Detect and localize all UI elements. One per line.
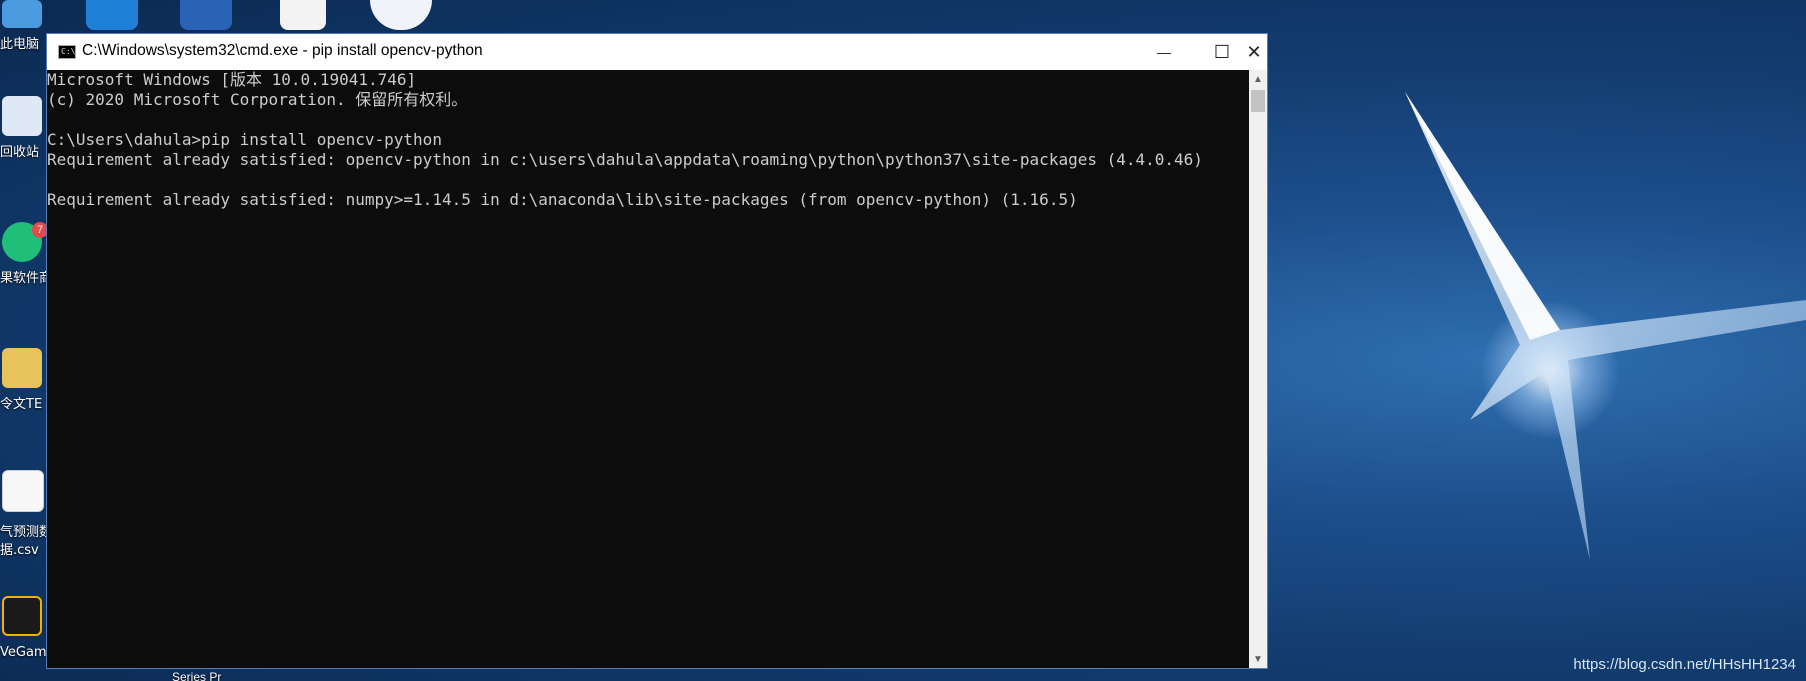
- document-shortcut-icon[interactable]: [280, 0, 326, 30]
- desktop-icon-label-line2: 据.csv: [0, 543, 39, 558]
- desktop-icon-folder[interactable]: 令文TE: [0, 348, 48, 414]
- desktop-icon-recycle-bin[interactable]: 回收站: [0, 96, 48, 162]
- vertical-scrollbar[interactable]: ▲ ▼: [1249, 70, 1267, 668]
- calculator-shortcut-icon[interactable]: [180, 0, 232, 30]
- computer-icon: [2, 0, 42, 28]
- desktop-icon-wegame[interactable]: VeGam: [0, 596, 48, 662]
- console-line: C:\Users\dahula>pip install opencv-pytho…: [47, 130, 442, 149]
- folder-icon: [2, 348, 42, 388]
- title-bar[interactable]: C:\ C:\Windows\system32\cmd.exe - pip in…: [47, 34, 1267, 70]
- partial-icon-label: Series Pr: [172, 670, 222, 681]
- recycle-bin-icon: [2, 96, 42, 136]
- window-title: C:\Windows\system32\cmd.exe - pip instal…: [82, 42, 483, 59]
- desktop-icon-app-store[interactable]: 7 果软件商: [0, 222, 53, 288]
- desktop-icon-label: VeGam: [0, 645, 47, 660]
- desktop-icon-this-pc[interactable]: 此电脑: [0, 0, 48, 54]
- desktop-background: 此电脑 回收站 7 果软件商 令文TE 气预测数 据.csv VeGam Ser…: [0, 0, 1806, 681]
- desktop-icon-label: 令文TE: [0, 397, 43, 412]
- desktop-icon-column: 此电脑 回收站 7 果软件商 令文TE 气预测数 据.csv VeGam: [0, 0, 53, 681]
- scroll-down-arrow-icon[interactable]: ▼: [1249, 650, 1267, 668]
- cmd-window[interactable]: C:\ C:\Windows\system32\cmd.exe - pip in…: [46, 33, 1268, 669]
- console-line: Requirement already satisfied: numpy>=1.…: [47, 190, 1078, 209]
- scroll-up-arrow-icon[interactable]: ▲: [1249, 70, 1267, 88]
- console-line: (c) 2020 Microsoft Corporation. 保留所有权利。: [47, 90, 468, 109]
- desktop-icon-label: 气预测数: [0, 525, 53, 540]
- console-line: Microsoft Windows [版本 10.0.19041.746]: [47, 70, 417, 89]
- close-button[interactable]: ✕: [1239, 34, 1269, 70]
- minimize-button[interactable]: —: [1135, 34, 1193, 70]
- desktop-icon-label: 此电脑: [0, 37, 40, 52]
- console-output[interactable]: Microsoft Windows [版本 10.0.19041.746] (c…: [47, 70, 1249, 668]
- wegame-icon: [2, 596, 42, 636]
- csv-file-icon: [2, 470, 44, 512]
- console-line: Requirement already satisfied: opencv-py…: [47, 150, 1203, 169]
- watermark: https://blog.csdn.net/HHsHH1234: [1573, 656, 1796, 673]
- console-icon: C:\: [58, 45, 76, 59]
- desktop-icon-csv-file[interactable]: 气预测数 据.csv: [0, 470, 53, 560]
- scrollbar-thumb[interactable]: [1251, 90, 1265, 112]
- edge-shortcut-icon[interactable]: [86, 0, 138, 30]
- desktop-icon-label: 回收站: [0, 145, 40, 160]
- desktop-icon-label: 果软件商: [0, 271, 53, 286]
